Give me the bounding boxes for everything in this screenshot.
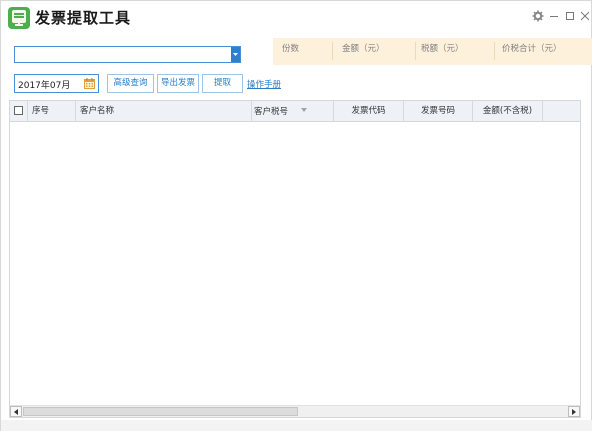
summary-count-label: 份数 (282, 44, 300, 54)
summary-panel: 份数 金额（元） 税额（元） 价税合计（元） (273, 38, 592, 65)
summary-divider (332, 42, 333, 60)
column-header-customer-tax-id-label: 客户税号 (254, 107, 289, 117)
minimize-icon[interactable] (548, 10, 560, 22)
maximize-icon[interactable] (564, 10, 576, 22)
app-logo-icon (8, 7, 30, 29)
extract-button[interactable]: 提取 (202, 74, 243, 93)
advanced-query-button[interactable]: 高级查询 (107, 74, 154, 93)
column-header-index[interactable]: 序号 (28, 101, 76, 122)
column-header-customer-name[interactable]: 客户名称 (76, 101, 252, 122)
title-bar: 发票提取工具 (1, 1, 592, 35)
summary-amount-label: 金额（元） (342, 44, 385, 54)
summary-total-label: 价税合计（元） (502, 44, 562, 54)
invoice-table: 序号 客户名称 客户税号 发票代码 发票号码 金额(不含税) (9, 100, 581, 418)
close-icon[interactable] (579, 10, 591, 22)
scrollbar-thumb[interactable] (23, 407, 298, 416)
column-header-invoice-number[interactable]: 发票号码 (404, 101, 473, 122)
scroll-left-icon[interactable] (10, 406, 22, 417)
app-window: 发票提取工具 份数 金额（元） 税额（元） 价税合计（元） 2017年07月 高… (0, 0, 592, 431)
summary-tax-label: 税额（元） (421, 44, 464, 54)
horizontal-scrollbar[interactable] (10, 405, 580, 417)
summary-divider (415, 42, 416, 60)
column-header-customer-tax-id[interactable]: 客户税号 (252, 101, 334, 122)
app-title: 发票提取工具 (35, 9, 132, 27)
month-value: 2017年07月 (18, 81, 71, 91)
column-header-amount-ex-tax[interactable]: 金额(不含税) (473, 101, 543, 122)
calendar-icon[interactable] (84, 78, 95, 89)
sort-icon[interactable] (300, 101, 307, 122)
gear-icon[interactable] (532, 10, 544, 22)
status-strip (1, 420, 592, 431)
summary-divider (494, 42, 495, 60)
company-dropdown[interactable] (14, 46, 241, 63)
select-all-checkbox[interactable] (14, 106, 23, 115)
table-header: 序号 客户名称 客户税号 发票代码 发票号码 金额(不含税) (10, 101, 580, 122)
export-invoice-button[interactable]: 导出发票 (157, 74, 199, 93)
chevron-down-icon[interactable] (231, 47, 240, 62)
select-all-cell (10, 101, 28, 122)
column-header-invoice-code[interactable]: 发票代码 (334, 101, 404, 122)
manual-link[interactable]: 操作手册 (247, 78, 281, 90)
month-picker[interactable]: 2017年07月 (14, 74, 99, 93)
scroll-right-icon[interactable] (568, 406, 580, 417)
